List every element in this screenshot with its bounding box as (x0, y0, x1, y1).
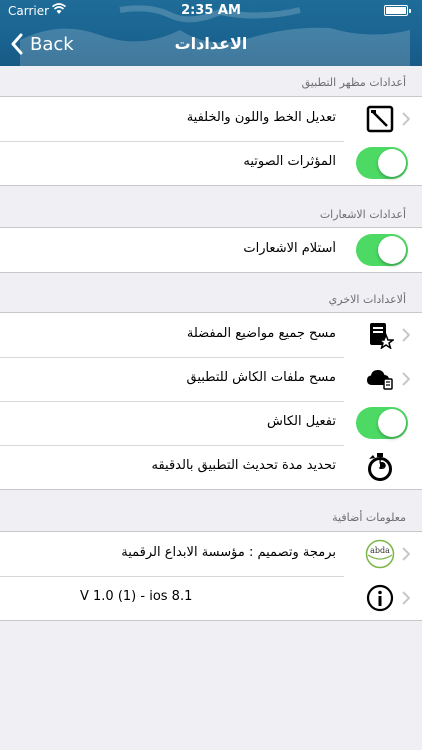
row-label: تعديل الخط واللون والخلفية (186, 110, 336, 125)
sound-effects-toggle[interactable] (356, 147, 408, 179)
chevron-right-icon (402, 547, 410, 561)
favorites-doc-icon (356, 320, 404, 350)
info-icon (356, 583, 404, 613)
enable-cache-toggle[interactable] (356, 407, 408, 439)
logo-text: abda (370, 546, 390, 555)
refresh-interval-value: 5 (378, 457, 387, 473)
cloud-clear-icon (356, 364, 404, 394)
section-header-info: معلومات أضافية (332, 511, 406, 524)
row-label: تفعيل الكاش (267, 414, 336, 429)
row-label: أستلام الاشعارات (243, 241, 336, 256)
toggle-knob (378, 236, 406, 264)
settings-group-other: مسح جميع مواضيع المفضلة مسح ملفات الكاش … (0, 312, 422, 490)
edit-square-icon (356, 104, 404, 134)
status-time: 2:35 AM (181, 3, 241, 18)
settings-row-developer[interactable]: برمجة وتصميم : مؤسسة الابداع الرقمية abd… (0, 532, 422, 576)
abda-logo-icon: abda (356, 539, 404, 569)
toggle-knob (378, 409, 406, 437)
navigation-bar: Carrier 2:35 AM Back الاعدادات (0, 0, 422, 66)
row-label: تحديد مدة تحديث التطبيق بالدقيقه (151, 458, 336, 473)
chevron-right-icon (402, 591, 410, 605)
section-header-appearance: أعدادات مظهر التطبيق (301, 76, 406, 89)
settings-row-refresh-interval[interactable]: تحديد مدة تحديث التطبيق بالدقيقه 5 (0, 445, 422, 489)
chevron-right-icon (402, 328, 410, 342)
version-label: V 1.0 (1) - ios 8.1 (80, 589, 193, 604)
toggle-knob (378, 149, 406, 177)
settings-row-version[interactable]: V 1.0 (1) - ios 8.1 (0, 576, 422, 620)
settings-group-appearance: تعديل الخط واللون والخلفية المؤثرات الصو… (0, 96, 422, 186)
settings-group-info: برمجة وتصميم : مؤسسة الابداع الرقمية abd… (0, 531, 422, 621)
row-label: المؤثرات الصوتيه (243, 154, 336, 169)
settings-row-font-color[interactable]: تعديل الخط واللون والخلفية (0, 97, 422, 141)
settings-row-receive-notifications[interactable]: أستلام الاشعارات (0, 228, 422, 272)
settings-row-clear-cache[interactable]: مسح ملفات الكاش للتطبيق (0, 357, 422, 401)
settings-group-notifications: أستلام الاشعارات (0, 227, 422, 273)
row-label: مسح ملفات الكاش للتطبيق (186, 370, 336, 385)
settings-row-enable-cache[interactable]: تفعيل الكاش (0, 401, 422, 445)
row-label: مسح جميع مواضيع المفضلة (186, 326, 336, 341)
battery-icon (384, 5, 411, 16)
settings-row-clear-favorites[interactable]: مسح جميع مواضيع المفضلة (0, 313, 422, 357)
section-header-notifications: أعدادات الاشعارات (319, 208, 406, 221)
settings-row-sound-effects[interactable]: المؤثرات الصوتيه (0, 141, 422, 185)
status-bar: Carrier 2:35 AM (0, 0, 422, 22)
chevron-right-icon (402, 112, 410, 126)
page-title: الاعدادات (174, 34, 248, 53)
row-label: برمجة وتصميم : مؤسسة الابداع الرقمية (121, 545, 336, 560)
notifications-toggle[interactable] (356, 234, 408, 266)
chevron-right-icon (402, 372, 410, 386)
section-header-other: ألاعدادات الاخري (328, 293, 406, 306)
